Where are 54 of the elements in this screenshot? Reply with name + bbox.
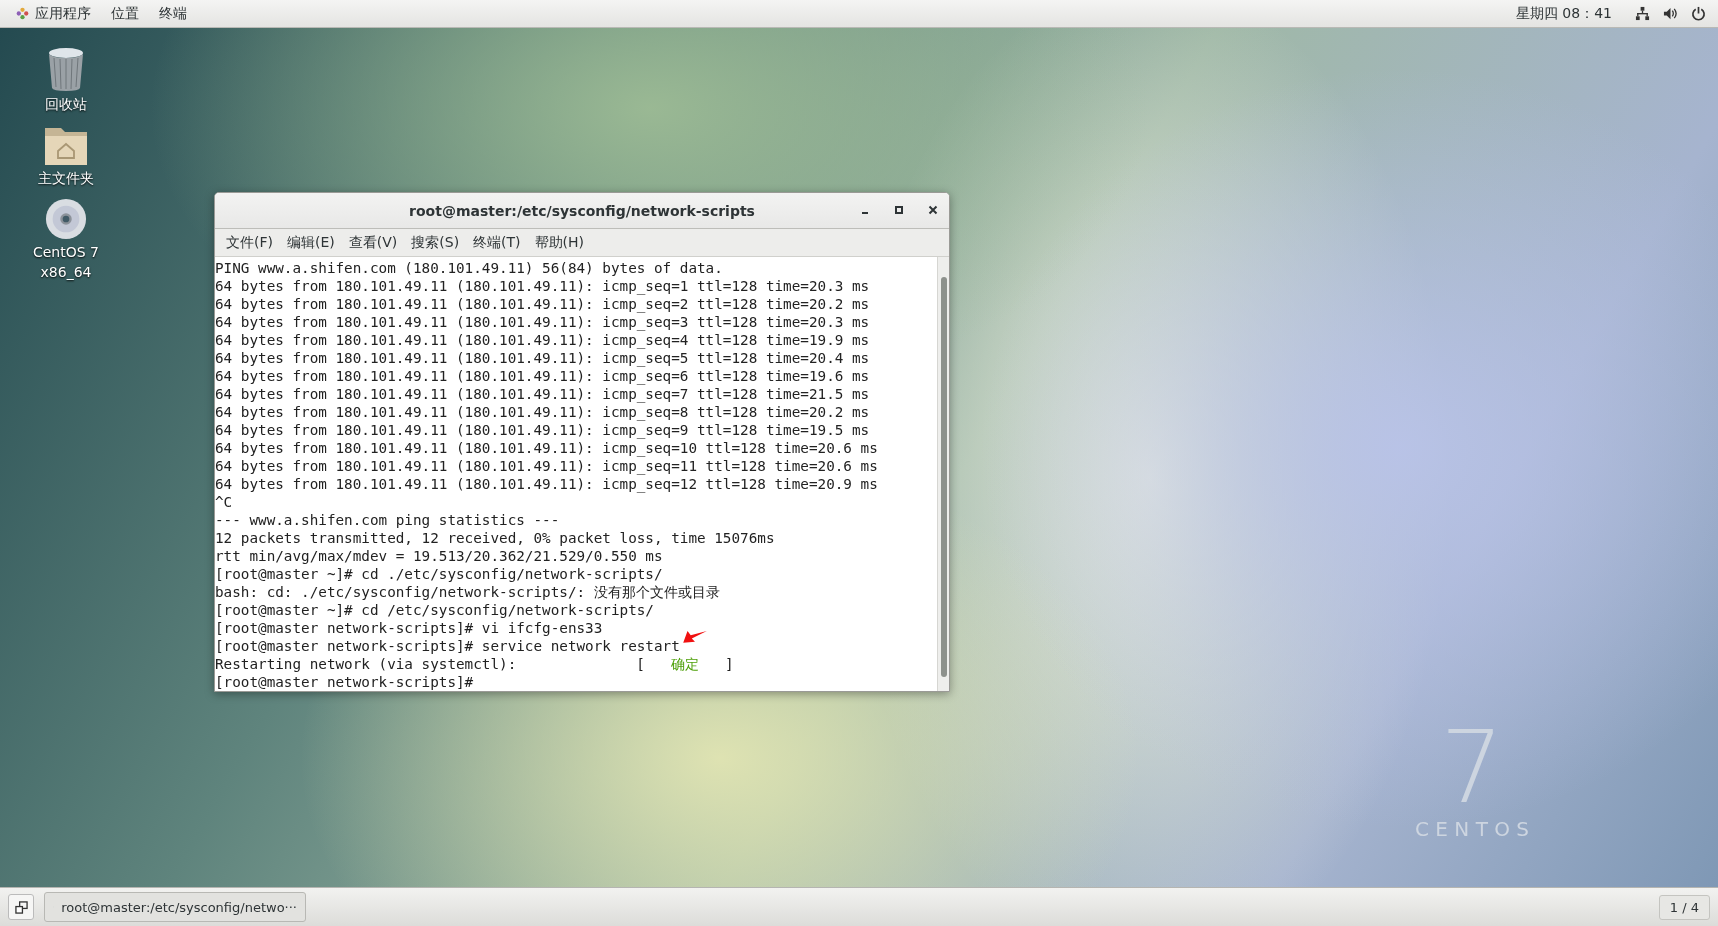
terminal-line: 12 packets transmitted, 12 received, 0% packet loss, time 15076ms — [215, 529, 775, 547]
show-desktop-button[interactable] — [8, 894, 34, 920]
terminal-line: 64 bytes from 180.101.49.11 (180.101.49.11): icmp_seq=3 ttl=128 time=20.3 ms — [215, 313, 870, 331]
terminal-line: 64 bytes from 180.101.49.11 (180.101.49.11): icmp_seq=10 ttl=128 time=20.6 ms — [215, 439, 878, 457]
taskbar-window-button[interactable]: root@master:/etc/sysconfig/netwo··· — [44, 892, 306, 922]
terminal-line: --- www.a.shifen.com ping statistics --- — [215, 511, 560, 529]
desktop-icon-label[interactable]: 主文件夹 — [38, 168, 94, 188]
terminal-line: 64 bytes from 180.101.49.11 (180.101.49.11): icmp_seq=6 ttl=128 time=19.6 ms — [215, 367, 870, 385]
top-menu[interactable]: 位置 — [101, 1, 149, 26]
maximize-icon[interactable] — [893, 204, 905, 216]
top-menu[interactable]: 应用程序 — [6, 1, 101, 26]
menu-item[interactable]: 编辑(E) — [280, 231, 342, 254]
desktop-icon-label[interactable]: CentOS 7 x86_64 — [33, 242, 99, 282]
status-bracket: ] — [724, 655, 734, 673]
terminal-line: 64 bytes from 180.101.49.11 (180.101.49.11): icmp_seq=1 ttl=128 time=20.3 ms — [215, 277, 870, 295]
terminal-line: 64 bytes from 180.101.49.11 (180.101.49.11): icmp_seq=8 ttl=128 time=20.2 ms — [215, 403, 870, 421]
menu-item[interactable]: 查看(V) — [341, 231, 405, 254]
terminal-line: 64 bytes from 180.101.49.11 (180.101.49.11): icmp_seq=5 ttl=128 time=20.4 ms — [215, 349, 870, 367]
terminal-line: [root@master ~]# cd /etc/sysconfig/network-scripts/ — [215, 601, 654, 619]
terminal-line: [root@master network-scripts]# service network restart — [215, 637, 680, 655]
terminal-line: PING www.a.shifen.com (180.101.49.11) 56(84) bytes of data. — [215, 259, 723, 277]
network-icon[interactable] — [1635, 6, 1650, 21]
terminal-line: rtt min/avg/max/mdev = 19.513/20.362/21.529/0.550 ms — [215, 547, 663, 565]
trash-icon[interactable] — [46, 46, 86, 92]
terminal-line: 64 bytes from 180.101.49.11 (180.101.49.11): icmp_seq=7 ttl=128 time=21.5 ms — [215, 385, 870, 403]
apps-icon — [16, 7, 29, 20]
clock[interactable]: 星期四 08：41 — [1515, 4, 1612, 23]
terminal-line: ^C — [215, 493, 233, 511]
menu-item[interactable]: 终端(T) — [466, 231, 528, 254]
terminal-line: 64 bytes from 180.101.49.11 (180.101.49.11): icmp_seq=2 ttl=128 time=20.2 ms — [215, 295, 870, 313]
power-icon[interactable] — [1691, 6, 1706, 21]
terminal-line: 64 bytes from 180.101.49.11 (180.101.49.11): icmp_seq=12 ttl=128 time=20.9 ms — [215, 475, 878, 493]
terminal-line: 64 bytes from 180.101.49.11 (180.101.49.11): icmp_seq=11 ttl=128 time=20.6 ms — [215, 457, 878, 475]
menu-item[interactable]: 帮助(H) — [527, 231, 592, 254]
terminal-line: 64 bytes from 180.101.49.11 (180.101.49.11): icmp_seq=9 ttl=128 time=19.5 ms — [215, 421, 870, 439]
terminal-line: [root@master ~]# cd ./etc/sysconfig/network-scripts/ — [215, 565, 663, 583]
terminal-line: [root@master network-scripts]# vi ifcfg-ens33 — [215, 619, 603, 637]
terminal-line: bash: cd: ./etc/sysconfig/network-scripts/: 没有那个文件或目录 — [215, 583, 720, 601]
desktop-icon-label[interactable]: 回收站 — [45, 94, 87, 114]
top-menu[interactable]: 终端 — [149, 1, 197, 26]
menu-item[interactable]: 文件(F) — [219, 231, 280, 254]
status-text: 确定 — [670, 655, 699, 673]
volume-icon[interactable] — [1663, 6, 1678, 21]
workspace-indicator[interactable]: 1 / 4 — [1658, 894, 1710, 920]
terminal-line: Restarting network (via systemctl): — [215, 655, 517, 673]
scrollbar[interactable] — [937, 257, 949, 691]
close-icon[interactable] — [927, 204, 939, 216]
disc-icon[interactable] — [45, 198, 87, 240]
windows-icon — [14, 900, 28, 914]
menu-item[interactable]: 搜索(S) — [404, 231, 467, 254]
window-title: root@master:/etc/sysconfig/network-scripts — [409, 202, 755, 219]
terminal-line: [root@master network-scripts]# — [215, 673, 474, 691]
terminal-line: 64 bytes from 180.101.49.11 (180.101.49.11): icmp_seq=4 ttl=128 time=19.9 ms — [215, 331, 870, 349]
status-bracket: [ — [636, 655, 645, 673]
